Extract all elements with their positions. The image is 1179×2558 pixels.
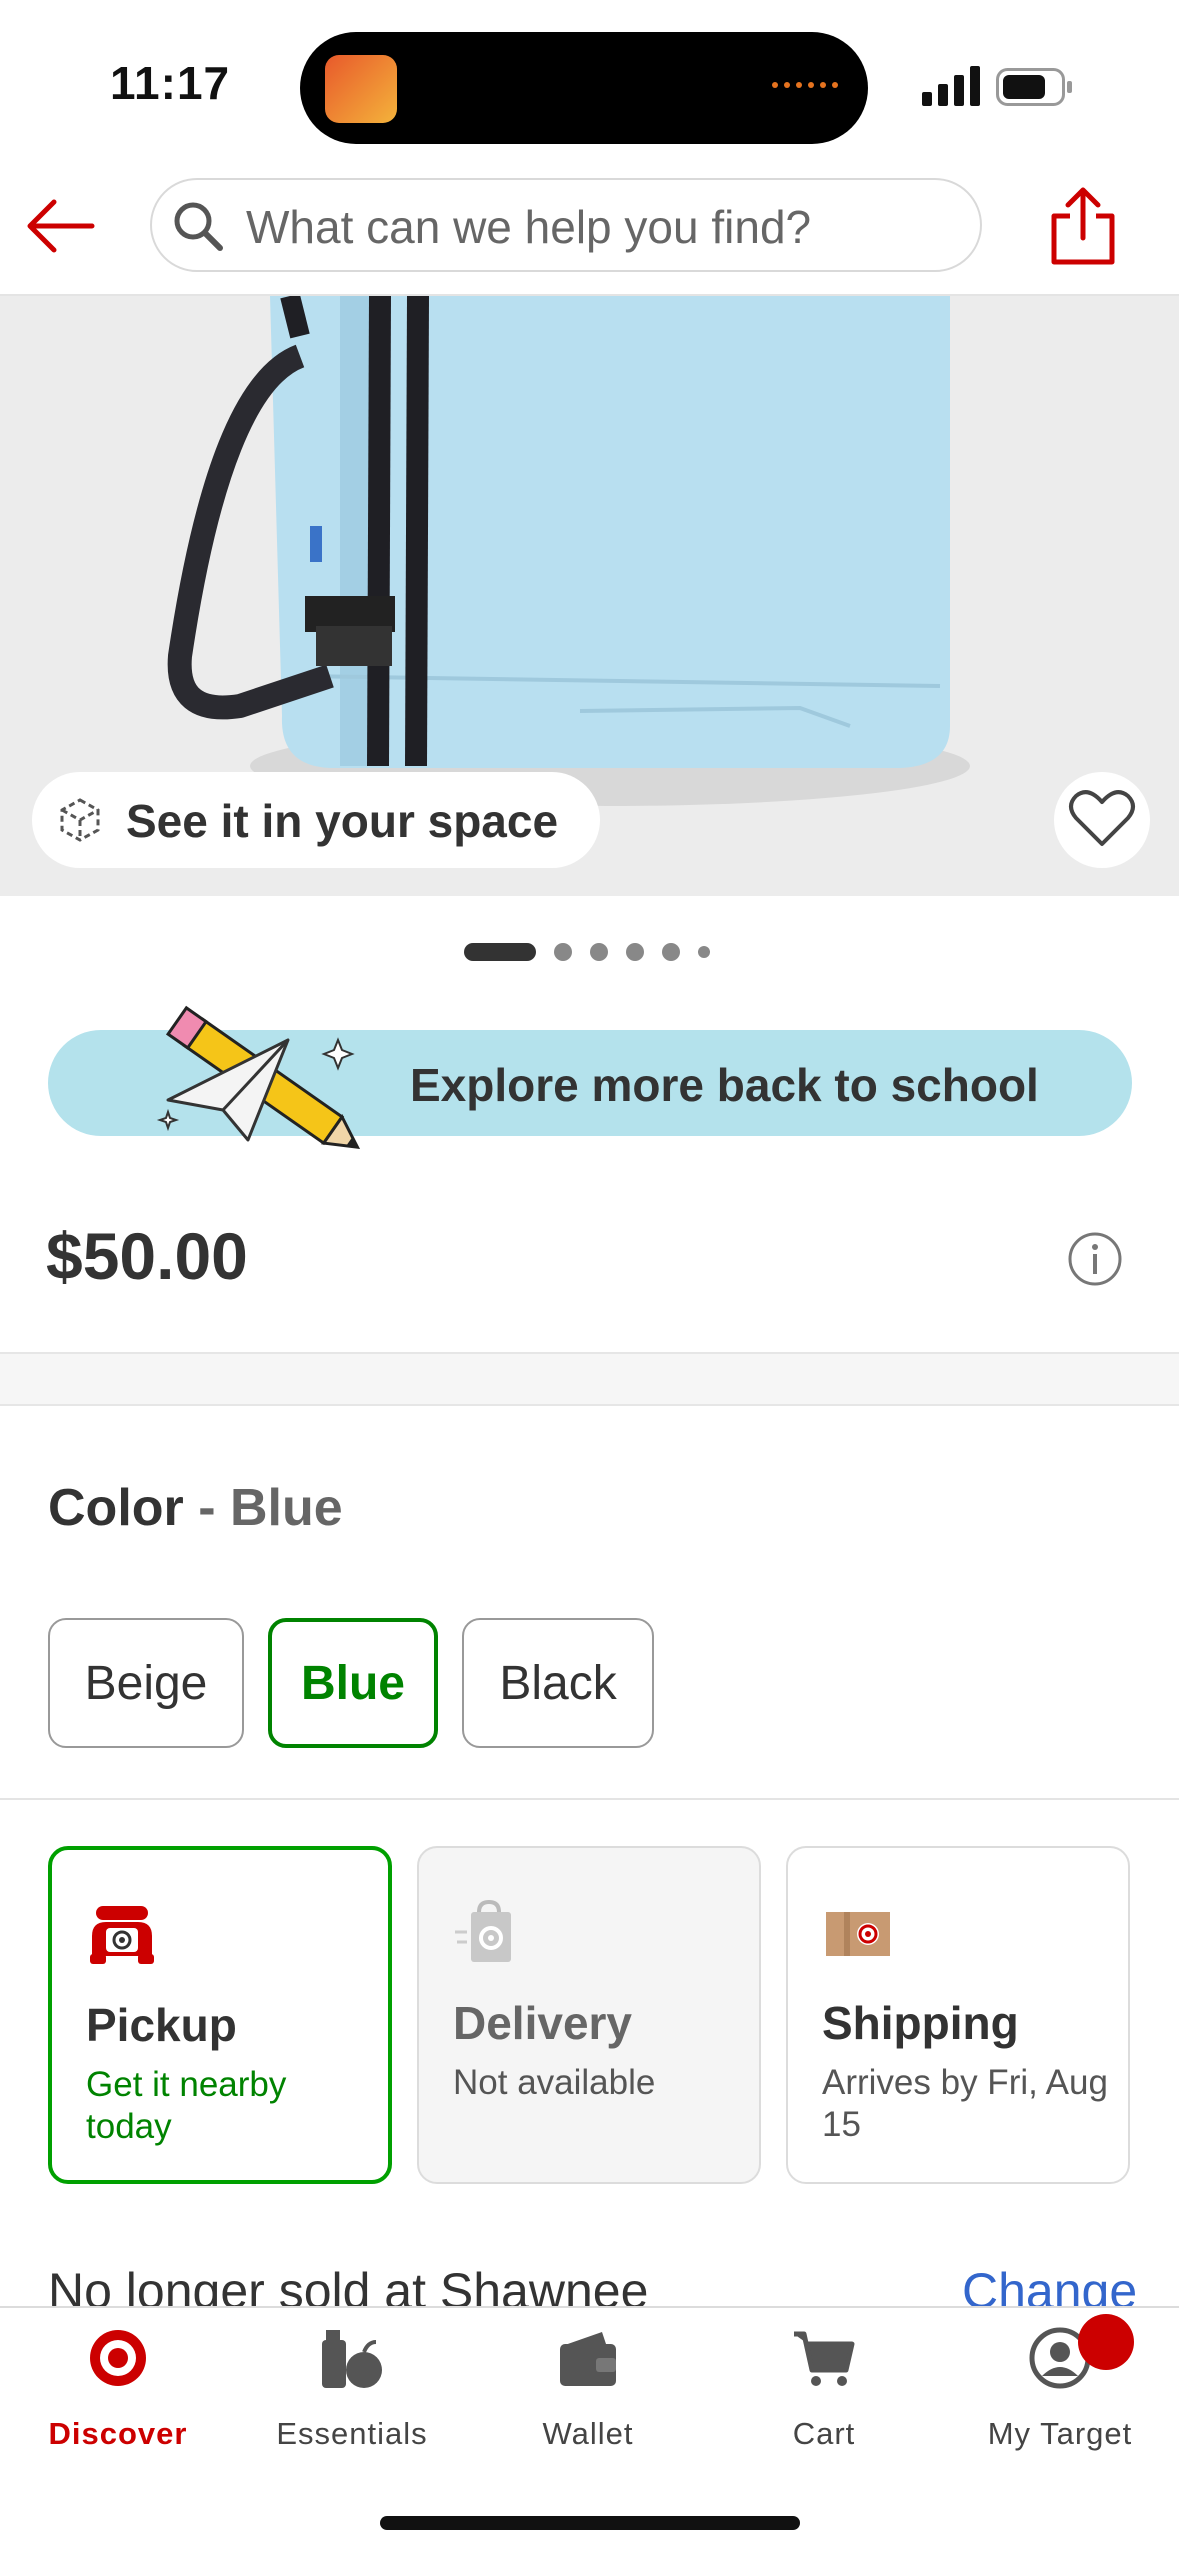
status-time: 11:17 [110,57,231,109]
selected-color: Blue [229,1479,343,1537]
pickup-car-icon [90,1906,154,1964]
pencil-paper-plane-icon [156,1005,361,1150]
cart-icon [794,2331,855,2386]
nav-discover-label: Discover [48,2416,188,2451]
product-price: $50.00 [46,1219,248,1293]
section-divider [0,1352,1179,1406]
color-option-blue[interactable]: Blue [268,1618,438,1748]
nav-cart[interactable]: Cart [724,2326,924,2456]
carousel-dot[interactable] [590,943,608,961]
nav-wallet-label: Wallet [542,2416,634,2451]
fulfillment-delivery-card[interactable]: Delivery Not available [417,1846,761,2184]
carousel-dot[interactable] [554,943,572,961]
delivery-bag-icon [455,1899,511,1962]
nav-wallet[interactable]: Wallet [488,2326,688,2456]
shipping-box-icon [826,1912,890,1956]
fulfillment-pickup-card[interactable]: Pickup Get it nearby today [48,1846,392,2184]
color-option-black[interactable]: Black [462,1618,654,1748]
wallet-icon [560,2332,616,2386]
back-arrow-icon[interactable] [24,196,96,256]
image-carousel-dots[interactable] [464,940,710,964]
shipping-subtitle: Arrives by Fri, Aug 15 [822,2063,1108,2144]
delivery-title: Delivery [453,1997,633,2049]
heart-icon [1069,790,1135,846]
audio-wave-icon [772,78,842,92]
home-indicator[interactable] [380,2516,800,2530]
search-icon [174,202,223,251]
color-option-beige[interactable]: Beige [48,1618,244,1748]
see-in-space-label: See it in your space [126,795,559,847]
delivery-subtitle: Not available [453,2063,656,2102]
share-icon[interactable] [1050,186,1116,266]
nav-discover[interactable]: Discover [18,2326,218,2456]
pickup-subtitle: Get it nearby today [86,2065,287,2146]
pickup-title: Pickup [86,1999,237,2051]
carousel-dot[interactable] [662,943,680,961]
favorite-button[interactable] [1054,772,1150,868]
carousel-dot[interactable] [698,946,710,958]
color-label: Color [48,1479,184,1537]
notification-badge [1078,2314,1134,2370]
info-icon[interactable] [1066,1230,1124,1288]
essentials-icon [322,2330,382,2388]
carousel-dot[interactable] [626,943,644,961]
fulfillment-shipping-card[interactable]: Shipping Arrives by Fri, Aug 15 [786,1846,1130,2184]
search-placeholder: What can we help you find? [246,201,812,253]
target-logo-icon [90,2330,146,2386]
ar-cube-icon [60,798,100,842]
signal-icon [922,66,980,106]
battery-icon [996,68,1072,106]
nav-cart-label: Cart [792,2416,856,2451]
nav-essentials-label: Essentials [276,2416,428,2451]
carousel-dot-active[interactable] [464,943,536,961]
section-divider [0,1798,1179,1800]
color-heading: Color - Blue [48,1478,343,1538]
back-to-school-label: Explore more back to school [410,1059,1039,1111]
nav-essentials[interactable]: Essentials [252,2326,452,2456]
color-separator: - [183,1479,230,1537]
shipping-title: Shipping [822,1997,1019,2049]
now-playing-thumbnail[interactable] [325,55,397,123]
nav-my-target-label: My Target [987,2416,1133,2451]
